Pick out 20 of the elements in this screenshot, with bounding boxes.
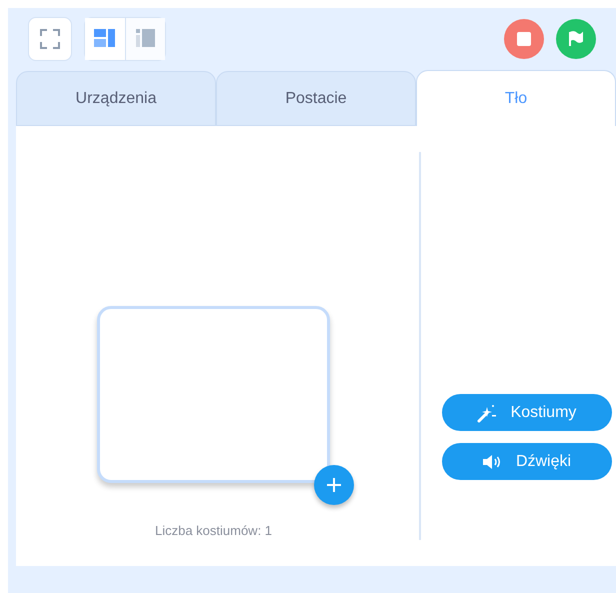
- backdrop-thumbnail[interactable]: [97, 306, 330, 483]
- flag-icon: [568, 31, 584, 47]
- speaker-icon: [482, 452, 502, 470]
- fullscreen-icon: [40, 29, 60, 49]
- plus-icon: [326, 477, 342, 493]
- tab[interactable]: Urządzenia: [16, 71, 216, 126]
- stop-icon: [517, 32, 531, 46]
- side-button[interactable]: Dźwięki: [442, 443, 612, 480]
- layout-icon: [94, 29, 116, 49]
- start-button[interactable]: [556, 19, 596, 59]
- add-button[interactable]: [314, 465, 354, 505]
- tab[interactable]: Postacie: [216, 71, 416, 126]
- side-button[interactable]: Kostiumy: [442, 394, 612, 431]
- magic-wand-icon: [476, 402, 497, 422]
- fullscreen-button[interactable]: [28, 17, 72, 61]
- costume-count: Liczba kostiumów: 1: [154, 522, 272, 540]
- stop-button[interactable]: [504, 19, 544, 59]
- layout-mode-button[interactable]: [125, 18, 165, 60]
- layout-icon: [136, 29, 156, 49]
- tab[interactable]: Tło: [416, 70, 616, 126]
